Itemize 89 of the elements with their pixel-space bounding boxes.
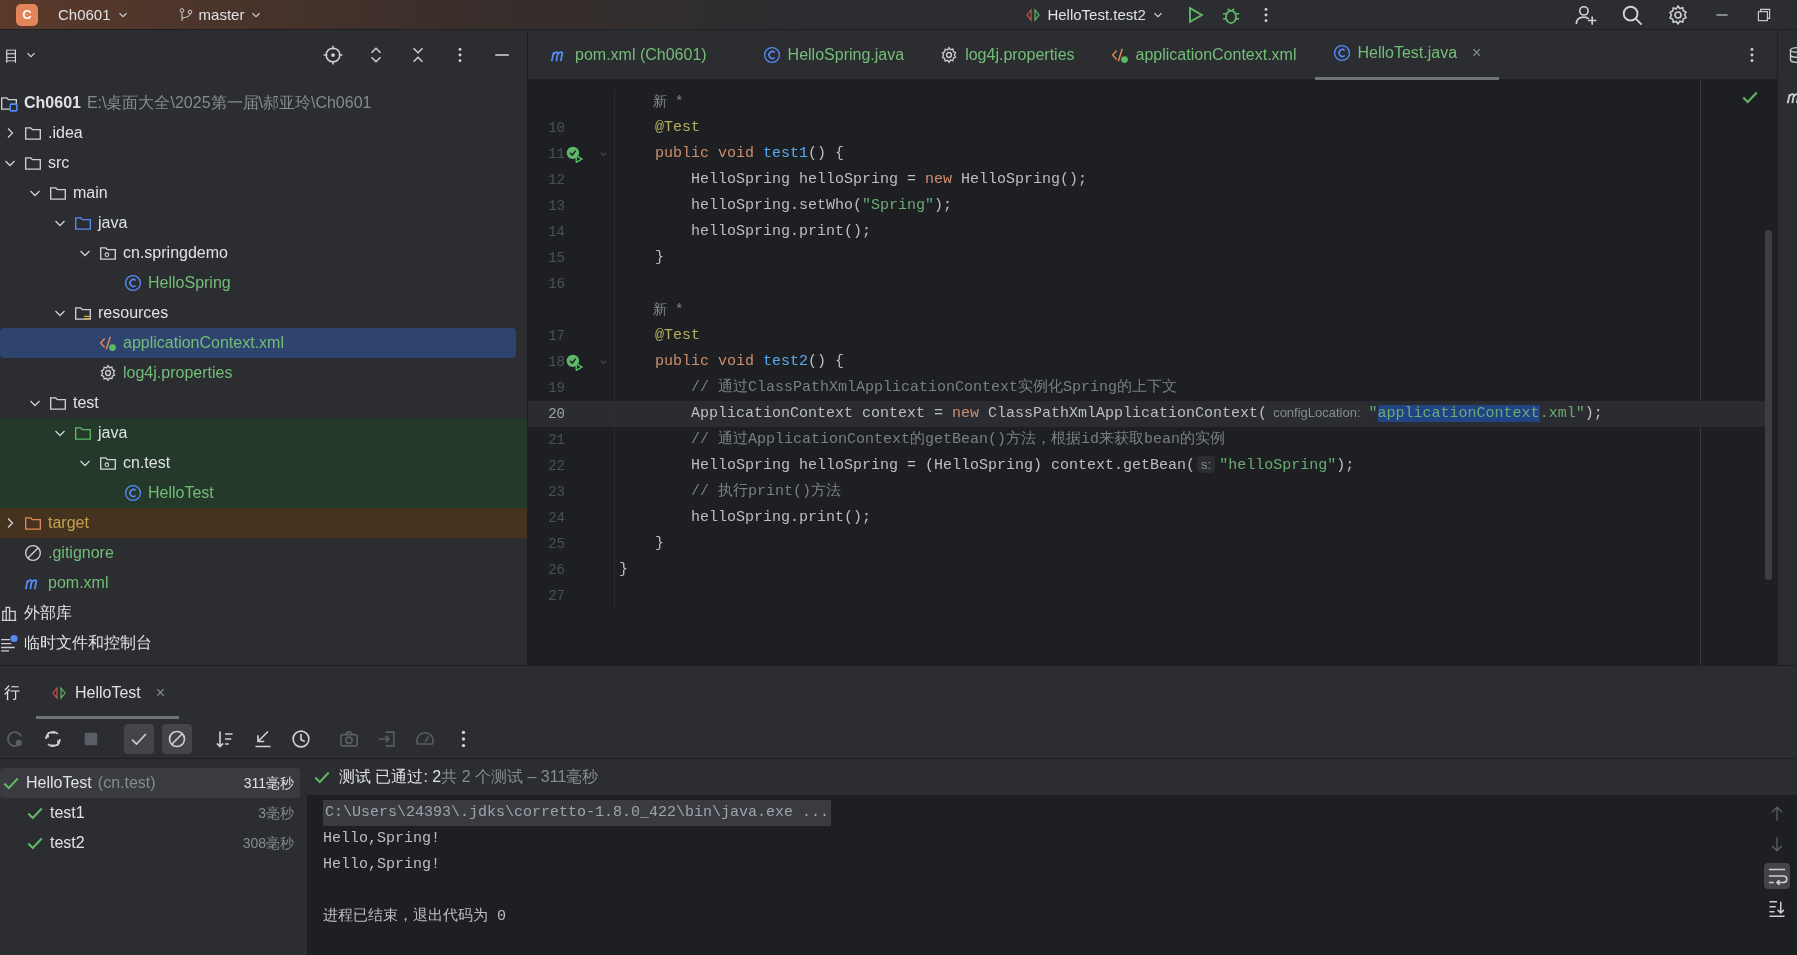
tree-item[interactable]: Ch0601 E:\桌面大全\2025第一届\郝亚玲\Ch0601 (0, 88, 527, 118)
test-item[interactable]: test2 308毫秒 (0, 828, 300, 858)
branch-dropdown[interactable]: master (173, 6, 268, 23)
author-hint: 新 * (651, 92, 684, 112)
tree-item[interactable]: main (0, 178, 527, 208)
ignore-file-icon (24, 544, 42, 562)
xml-file-icon (99, 334, 117, 352)
close-tab-button[interactable]: × (155, 680, 166, 705)
soft-wrap-icon[interactable] (1763, 863, 1791, 889)
tree-item[interactable]: log4j.properties (0, 358, 527, 388)
library-icon (0, 604, 18, 622)
tree-item[interactable]: cn.springdemo (0, 238, 527, 268)
code-line: } (654, 247, 664, 268)
tree-item[interactable]: java (0, 208, 527, 238)
settings-icon[interactable] (1667, 3, 1689, 26)
package-icon (99, 454, 117, 472)
editor-tab[interactable]: pom.xml (Ch0601) (532, 29, 725, 80)
test-config-icon (50, 684, 68, 701)
code-line: HelloSpring helloSpring = (HelloSpring) context.getBean( s: "helloSpring"); (690, 454, 1355, 476)
code-line: @Test (654, 117, 700, 138)
tree-item[interactable]: .gitignore (0, 538, 527, 568)
project-icon (0, 94, 18, 112)
tree-item[interactable]: pom.xml (0, 568, 527, 598)
folder-icon (24, 514, 42, 532)
test-status: 测试 已通过: 2共 2 个测试 – 311毫秒 (339, 767, 599, 787)
test-item[interactable]: HelloTest (cn.test) 311毫秒 (0, 768, 300, 798)
tree-item[interactable]: cn.test (0, 448, 527, 478)
tree-item[interactable]: src (0, 148, 527, 178)
panel-title: 行 (4, 682, 20, 703)
tree-item[interactable]: .idea (0, 118, 527, 148)
gear-icon (99, 364, 117, 382)
class-icon (124, 484, 142, 502)
run-configuration-dropdown[interactable]: HelloTest.test2 (1020, 6, 1169, 23)
code-line: @Test (654, 325, 700, 346)
test-item[interactable]: test1 3毫秒 (0, 798, 300, 828)
folder-icon (24, 154, 42, 172)
tree-item[interactable]: 外部库 (0, 598, 527, 628)
class-icon (762, 45, 781, 64)
tree-item[interactable]: java (0, 418, 527, 448)
editor-tab[interactable]: applicationContext.xml (1092, 29, 1315, 80)
search-icon[interactable] (1621, 3, 1643, 26)
code-line: } (654, 533, 664, 554)
code-line: // 通过ClassPathXmlApplicationContext实例化Spring的上下文 (690, 377, 1178, 398)
editor-tab[interactable]: log4j.properties (922, 29, 1093, 80)
tree-item[interactable]: applicationContext.xml (0, 328, 516, 358)
folder-icon (49, 184, 67, 202)
code-line: } (618, 559, 628, 580)
console-line: Hello,Spring! (323, 829, 442, 849)
folder-icon (74, 424, 92, 442)
class-icon (1332, 44, 1351, 62)
gear-icon (940, 45, 959, 64)
run-tab[interactable]: HelloTest × (36, 666, 180, 719)
tree-item[interactable]: HelloSpring (0, 268, 527, 298)
tree-item[interactable]: 临时文件和控制台 (0, 628, 527, 658)
class-icon (124, 274, 142, 292)
code-line: public void test1() { (654, 143, 845, 164)
locate-icon[interactable] (323, 45, 343, 65)
code-line: // 执行print()方法 (690, 481, 842, 502)
line-number: 20 (547, 404, 565, 424)
package-icon (99, 244, 117, 262)
tree-item[interactable]: target (0, 508, 527, 538)
code-line: // 通过ApplicationContext的getBean()方法，根据id来获取bean的实例 (690, 429, 1226, 450)
add-user-icon[interactable] (1575, 3, 1597, 26)
close-tab-button[interactable]: × (1472, 41, 1482, 65)
scratch-icon (0, 634, 18, 652)
tree-item[interactable]: test (0, 388, 527, 418)
panel-title-dropdown[interactable]: 目 (0, 47, 42, 63)
branch-icon (177, 6, 194, 23)
editor-tab[interactable]: HelloSpring.java (744, 29, 923, 80)
tree-item[interactable]: resources (0, 298, 527, 328)
code-line: public void test2() { (654, 351, 845, 372)
project-badge: C (16, 3, 38, 26)
code-line: helloSpring.setWho("Spring"); (690, 195, 953, 216)
folder-icon (49, 394, 67, 412)
tree-item[interactable]: HelloTest (0, 478, 527, 508)
console-line: 进程已结束，退出代码为 0 (323, 906, 507, 927)
run-test-icon[interactable] (565, 353, 583, 371)
code-line: ApplicationContext context = new ClassPathXmlApplicationContext( configLocation: "applicationContext.xml"); (690, 402, 1603, 424)
folder-icon (74, 214, 92, 232)
code-line: HelloSpring helloSpring = new HelloSpring(); (690, 169, 1088, 190)
folder-icon (74, 304, 92, 322)
folder-icon (24, 124, 42, 142)
code-line: helloSpring.print(); (690, 221, 872, 242)
console-line: Hello,Spring! (323, 855, 442, 875)
run-test-icon[interactable] (565, 145, 583, 163)
project-dropdown[interactable]: Ch0601 (54, 7, 134, 22)
scrollbar[interactable] (1765, 230, 1772, 580)
author-hint: 新 * (651, 300, 684, 320)
code-line: helloSpring.print(); (690, 507, 872, 528)
